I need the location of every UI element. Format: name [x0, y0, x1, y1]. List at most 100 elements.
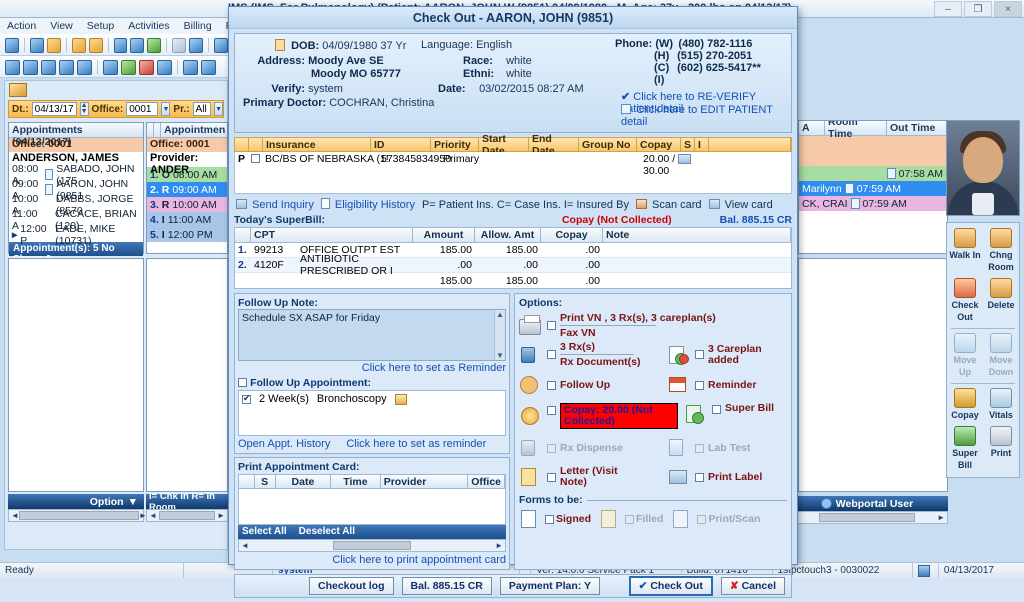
webportal-user-bar[interactable]: Webportal User — [786, 496, 948, 511]
send-inquiry-link-group[interactable]: Send Inquiry — [236, 199, 314, 211]
send-inquiry-link[interactable]: Send Inquiry — [252, 199, 314, 211]
maximize-icon[interactable]: ❐ — [964, 1, 992, 17]
option-careplan[interactable]: 3 Careplan added — [667, 341, 772, 368]
table-row[interactable]: 4. I 11:00 AM — [147, 212, 227, 227]
print-vn-checkbox[interactable] — [547, 321, 556, 330]
scroll-left-icon[interactable]: ◄ — [149, 511, 157, 520]
horizontal-scrollbar[interactable]: ◄ ► — [786, 511, 948, 524]
chart-icon[interactable] — [139, 60, 154, 75]
globe-icon[interactable] — [214, 38, 228, 53]
edit-patient-icon[interactable] — [47, 38, 61, 53]
option-bar[interactable]: Option ▼ — [8, 494, 144, 509]
chevron-down-icon[interactable]: ▼ — [128, 496, 138, 508]
letter-checkbox[interactable] — [547, 473, 556, 482]
action-vitals[interactable]: Vitals — [983, 386, 1019, 424]
option-print-label[interactable]: Print Label — [667, 466, 762, 488]
option-reminder[interactable]: Reminder — [667, 374, 756, 396]
table-row[interactable]: CK, CRAI 07:59 AM — [799, 196, 947, 211]
note-edit-icon[interactable] — [89, 38, 103, 53]
horizontal-scrollbar[interactable]: ◄ ► — [8, 509, 144, 522]
scroll-right-icon[interactable]: ► — [217, 511, 225, 520]
table-row[interactable]: 07:58 AM — [799, 166, 947, 181]
exit-icon[interactable] — [201, 60, 216, 75]
menu-item-activities[interactable]: Activities — [121, 20, 176, 32]
copay-checkbox[interactable] — [547, 406, 556, 415]
shield-icon[interactable] — [147, 38, 161, 53]
scan-card-link-group[interactable]: Scan card — [636, 199, 702, 211]
office-input[interactable]: 0001 — [126, 102, 158, 116]
action-copay[interactable]: Copay — [947, 386, 983, 424]
table-row[interactable]: 2. R 09:00 AM — [147, 182, 227, 197]
scan-card-link[interactable]: Scan card — [652, 199, 702, 211]
scrollbar-thumb[interactable] — [333, 541, 411, 550]
reminder-checkbox[interactable] — [695, 381, 704, 390]
dollar-icon[interactable] — [121, 60, 136, 75]
open-appt-history-link[interactable]: Open Appt. History — [238, 438, 330, 450]
action-print[interactable]: Print — [983, 424, 1019, 474]
next-record-icon[interactable] — [41, 60, 56, 75]
lab-icon[interactable] — [130, 38, 144, 53]
calendar-icon[interactable] — [395, 394, 407, 405]
menu-item-setup[interactable]: Setup — [80, 20, 121, 32]
provider-chevron-down-icon[interactable]: ▼ — [214, 102, 223, 116]
set-reminder-link[interactable]: Click here to set as reminder — [346, 438, 486, 450]
cancel-button[interactable]: ✘ Cancel — [721, 577, 785, 595]
table-row[interactable]: 2. 4120F ANTIBIOTIC PRESCRIBED OR I .00 … — [235, 258, 791, 273]
previous-record-icon[interactable] — [23, 60, 38, 75]
patient-icon[interactable] — [5, 38, 19, 53]
table-row[interactable]: 5. I 12:00 PM — [147, 227, 227, 242]
horizontal-scrollbar[interactable]: ◄ ► — [238, 539, 506, 552]
view-card-link[interactable]: View card — [725, 199, 773, 211]
textarea-scrollbar[interactable]: ▲▼ — [494, 310, 505, 360]
action-check-out[interactable]: Check Out — [947, 276, 983, 326]
followup-appointment-checkbox[interactable] — [238, 378, 247, 387]
follow-up-checkbox[interactable] — [547, 381, 556, 390]
office-chevron-down-icon[interactable]: ▼ — [161, 102, 170, 116]
provider-input[interactable]: All — [193, 102, 212, 116]
table-row[interactable] — [799, 151, 947, 166]
eligibility-history-link[interactable]: Eligibility History — [335, 199, 415, 211]
option-super-bill[interactable]: Super Bill — [684, 403, 774, 429]
rx-icon[interactable] — [114, 38, 128, 53]
check-out-button[interactable]: ✔ Check Out — [629, 576, 713, 596]
scroll-left-icon[interactable]: ◄ — [11, 511, 19, 520]
print-label-checkbox[interactable] — [695, 473, 704, 482]
option-letter[interactable]: Letter (Visit Note) — [519, 466, 661, 488]
scroll-left-icon[interactable]: ◄ — [241, 541, 249, 550]
list-item-selected[interactable]: ▸ 12:00 P EADE, MIKE (10731) — [9, 227, 143, 242]
scrollbar-thumb[interactable] — [819, 513, 915, 522]
action-walk-in[interactable]: Walk In — [947, 226, 983, 276]
scrollbar-thumb[interactable] — [19, 511, 139, 520]
rx-checkbox[interactable] — [547, 350, 556, 359]
careplan-checkbox[interactable] — [695, 350, 704, 359]
table-row[interactable]: 3. R 10:00 AM — [147, 197, 227, 212]
sort-icon[interactable] — [77, 60, 92, 75]
option-copay[interactable]: Copay: 20.00 (Not Collected) — [519, 403, 678, 429]
edit-patient-link[interactable]: Click here to EDIT PATIENT detail — [621, 104, 773, 128]
menu-item-billing[interactable]: Billing — [177, 20, 219, 32]
action-delete[interactable]: Delete — [983, 276, 1019, 326]
option-print-vn[interactable]: Print VN , 3 Rx(s), 3 careplan(s) Fax VN — [519, 312, 787, 339]
date-input[interactable]: 04/13/17 — [32, 102, 77, 116]
date-spinner[interactable]: ▲▼ — [80, 102, 89, 116]
deselect-all-link[interactable]: Deselect All — [299, 526, 355, 538]
action-super-bill[interactable]: Super Bill — [947, 424, 983, 474]
insurance-checkbox[interactable] — [251, 154, 260, 163]
payment-plan-button[interactable]: Payment Plan: Y — [500, 577, 600, 595]
set-as-reminder-link[interactable]: Click here to set as Reminder — [362, 362, 506, 374]
scroll-right-icon[interactable]: ► — [495, 541, 503, 550]
eligibility-history-link-group[interactable]: Eligibility History — [321, 198, 415, 211]
print-card-body[interactable] — [238, 489, 506, 525]
last-record-icon[interactable] — [59, 60, 74, 75]
document-icon[interactable] — [172, 38, 186, 53]
option-rx[interactable]: 3 Rx(s) Rx Document(s) — [519, 341, 661, 368]
menu-item-view[interactable]: View — [43, 20, 80, 32]
view-card-link-group[interactable]: View card — [709, 199, 773, 211]
insurance-row[interactable]: P BC/BS OF NEBRASKA (1! 573845834950 Pri… — [234, 152, 792, 194]
edit-link-row[interactable]: Click here to EDIT PATIENT detail — [621, 104, 791, 128]
close-icon[interactable]: × — [994, 1, 1022, 17]
first-record-icon[interactable] — [5, 60, 20, 75]
balance-button[interactable]: Bal. 885.15 CR — [402, 577, 492, 595]
followup-item-checkbox[interactable] — [242, 395, 251, 404]
super-bill-checkbox[interactable] — [712, 405, 721, 414]
